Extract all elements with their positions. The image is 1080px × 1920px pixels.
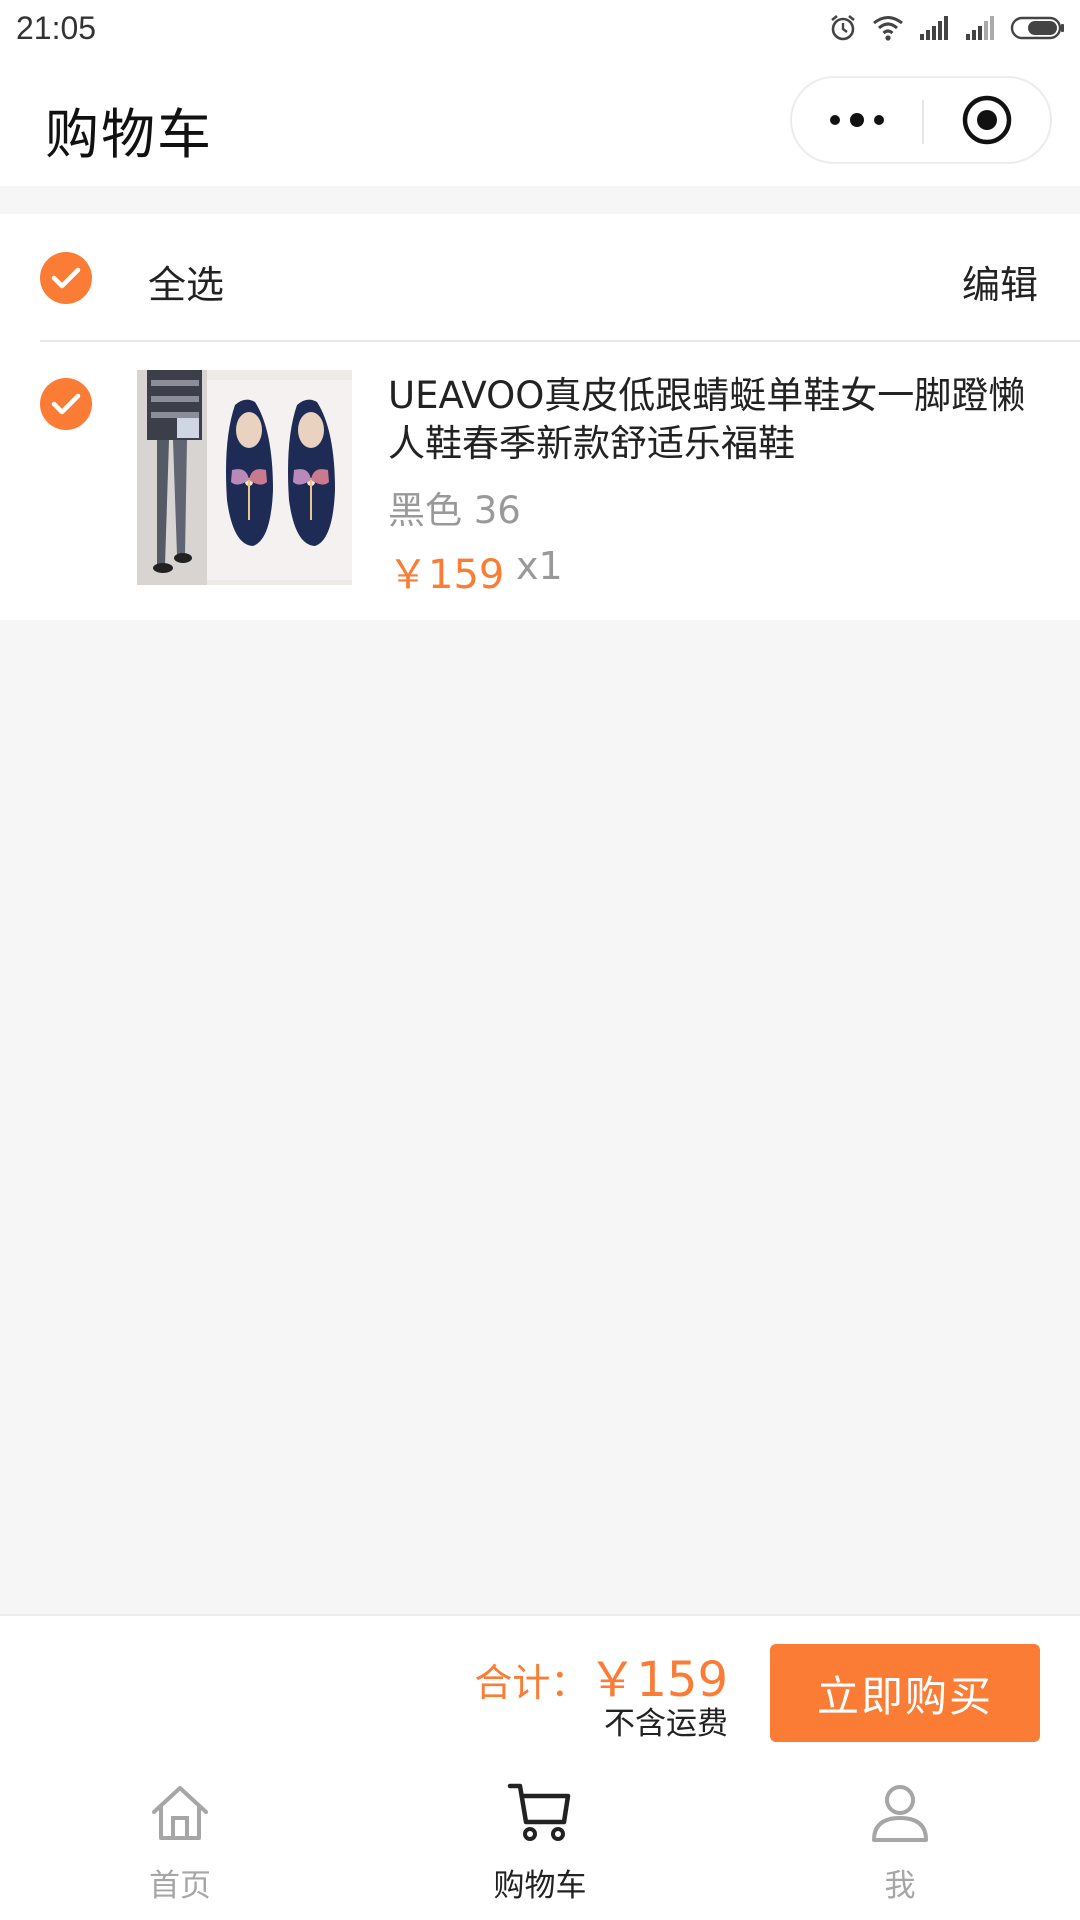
- shipping-note: 不含运费: [604, 1706, 728, 1742]
- product-image[interactable]: [137, 370, 352, 585]
- product-quantity: x1: [516, 544, 563, 588]
- close-button[interactable]: [924, 78, 1050, 162]
- battery-icon: [1010, 16, 1064, 40]
- tab-home-label: 首页: [149, 1868, 211, 1904]
- signal-icon: [966, 16, 994, 40]
- more-icon: [830, 113, 884, 127]
- select-all-label[interactable]: 全选: [148, 254, 224, 309]
- status-bar: 21:05: [0, 0, 1080, 56]
- tab-me-label: 我: [884, 1868, 916, 1904]
- page-title: 购物车: [45, 103, 213, 166]
- checkout-bar: 合计：￥159 不含运费 立即购买: [0, 1614, 1080, 1748]
- item-checkbox[interactable]: [40, 378, 92, 430]
- status-time: 21:05: [16, 10, 97, 46]
- alarm-icon: [831, 14, 855, 41]
- product-photo-shoes: [137, 370, 352, 585]
- check-icon: [51, 393, 81, 415]
- product-price: ￥159: [388, 552, 505, 598]
- total-label: 合计：: [474, 1661, 589, 1705]
- edit-button[interactable]: 编辑: [962, 254, 1038, 309]
- check-icon: [51, 267, 81, 289]
- select-all-checkbox[interactable]: [40, 252, 92, 304]
- tab-home[interactable]: 首页: [80, 1748, 280, 1920]
- cart-icon: [507, 1783, 571, 1841]
- wifi-icon: [873, 16, 903, 41]
- select-all-row: 全选 编辑: [0, 214, 1080, 342]
- more-button[interactable]: [792, 78, 922, 162]
- tab-bar: 首页 购物车 我: [0, 1748, 1080, 1920]
- home-icon: [152, 1786, 208, 1840]
- buy-now-button[interactable]: 立即购买: [770, 1644, 1040, 1742]
- mini-program-capsule: [790, 76, 1052, 164]
- cart-item: UEAVOO真皮低跟蜻蜓单鞋女一脚蹬懒人鞋春季新款舒适乐福鞋 黑色 36 ￥15…: [0, 342, 1080, 620]
- product-spec: 黑色 36: [388, 489, 521, 532]
- product-title[interactable]: UEAVOO真皮低跟蜻蜓单鞋女一脚蹬懒人鞋春季新款舒适乐福鞋: [388, 372, 1038, 468]
- user-icon: [872, 1785, 928, 1842]
- signal-icon: [920, 16, 948, 40]
- close-target-icon: [962, 95, 1012, 145]
- tab-me[interactable]: 我: [800, 1748, 1000, 1920]
- header: 购物车: [0, 56, 1080, 186]
- tab-cart[interactable]: 购物车: [440, 1748, 640, 1920]
- tab-cart-label: 购物车: [493, 1868, 587, 1904]
- status-icons: [828, 10, 1066, 46]
